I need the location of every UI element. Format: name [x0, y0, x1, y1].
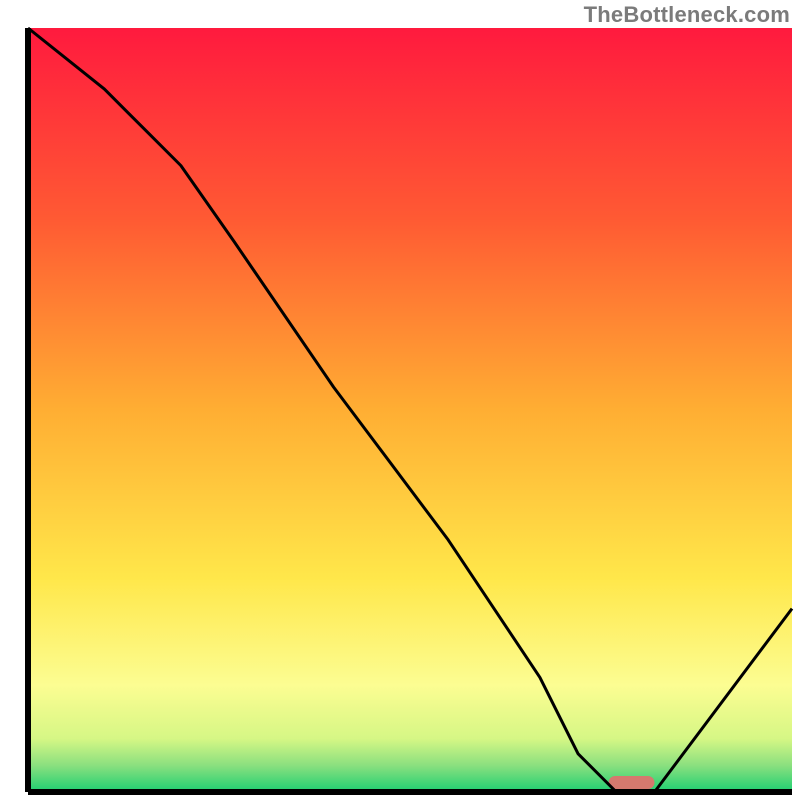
bottleneck-curve-chart — [0, 0, 800, 800]
gradient-background — [28, 28, 792, 792]
optimal-range-marker — [609, 776, 655, 789]
